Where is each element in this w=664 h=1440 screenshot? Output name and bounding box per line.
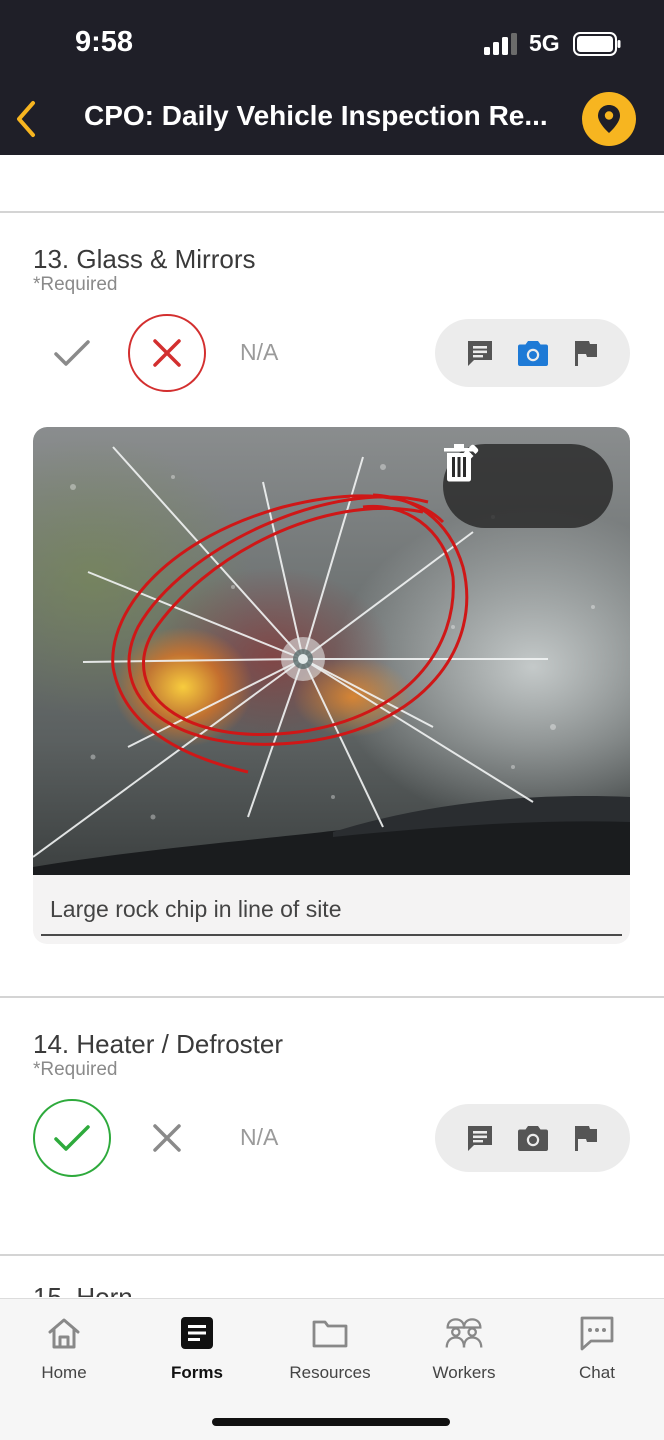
- tab-chat[interactable]: Chat: [537, 1313, 657, 1383]
- app-header: 9:58 5G CPO: Daily Vehicle Inspection Re…: [0, 0, 664, 155]
- camera-button[interactable]: [516, 336, 550, 370]
- na-option[interactable]: N/A: [240, 1124, 278, 1151]
- chevron-left-icon: [17, 101, 35, 137]
- workers-icon: [445, 1318, 483, 1348]
- divider: [0, 1254, 664, 1256]
- tab-label: Workers: [432, 1363, 496, 1382]
- camera-icon: [517, 341, 548, 366]
- tab-label: Chat: [579, 1363, 615, 1382]
- trash-icon: [444, 444, 474, 482]
- home-indicator: [212, 1418, 450, 1426]
- photo-attachment: Large rock chip in line of site: [33, 427, 630, 944]
- question-tools: [435, 1104, 630, 1172]
- location-pin-icon: [598, 105, 620, 133]
- fail-button[interactable]: [128, 1099, 206, 1177]
- forms-icon: [181, 1317, 213, 1349]
- comment-button[interactable]: [463, 336, 497, 370]
- x-icon: [153, 339, 181, 367]
- status-bar: 9:58 5G: [0, 0, 664, 90]
- divider: [0, 996, 664, 998]
- signal-icon: [484, 33, 517, 55]
- question-tools: [435, 319, 630, 387]
- tab-resources[interactable]: Resources: [270, 1313, 390, 1383]
- network-label: 5G: [529, 30, 560, 56]
- delete-photo-button[interactable]: [444, 444, 585, 508]
- camera-icon: [517, 1126, 548, 1151]
- x-icon: [153, 1124, 181, 1152]
- check-icon: [54, 1125, 90, 1151]
- next-question-title: 15. Horn: [33, 1283, 133, 1297]
- tab-home[interactable]: Home: [4, 1313, 124, 1383]
- photo-caption-field[interactable]: Large rock chip in line of site: [41, 875, 622, 936]
- page-title: CPO: Daily Vehicle Inspection Re...: [84, 100, 548, 131]
- back-button[interactable]: [8, 94, 44, 144]
- required-label: *Required: [33, 274, 118, 295]
- cracked-windshield-photo[interactable]: [33, 427, 630, 875]
- photo-actions: [443, 444, 613, 528]
- comment-icon: [467, 341, 492, 366]
- comment-button[interactable]: [463, 1121, 497, 1155]
- divider: [0, 211, 664, 213]
- na-option[interactable]: N/A: [240, 339, 278, 366]
- battery-icon: [573, 32, 621, 56]
- pass-button[interactable]: [33, 1099, 111, 1177]
- flag-button[interactable]: [569, 336, 603, 370]
- check-icon: [54, 340, 90, 366]
- tab-label: Resources: [289, 1363, 371, 1382]
- tab-label: Forms: [171, 1363, 223, 1382]
- pass-button[interactable]: [33, 314, 111, 392]
- tab-forms[interactable]: Forms: [137, 1313, 257, 1383]
- flag-button[interactable]: [569, 1121, 603, 1155]
- flag-icon: [574, 1126, 597, 1151]
- comment-icon: [467, 1126, 492, 1151]
- tab-workers[interactable]: Workers: [404, 1313, 524, 1383]
- question-title: 14. Heater / Defroster: [33, 1029, 283, 1059]
- home-icon: [48, 1318, 80, 1349]
- chat-icon: [580, 1316, 614, 1351]
- edit-photo-button[interactable]: [447, 444, 516, 508]
- camera-button[interactable]: [516, 1121, 550, 1155]
- nav-bar: CPO: Daily Vehicle Inspection Re...: [0, 90, 664, 155]
- status-time: 9:58: [75, 26, 134, 58]
- tab-label: Home: [41, 1363, 87, 1382]
- flag-icon: [574, 341, 597, 366]
- required-label: *Required: [33, 1059, 118, 1080]
- location-button[interactable]: [582, 92, 636, 146]
- fail-button[interactable]: [128, 314, 206, 392]
- question-title: 13. Glass & Mirrors: [33, 244, 256, 274]
- folder-icon: [312, 1320, 348, 1348]
